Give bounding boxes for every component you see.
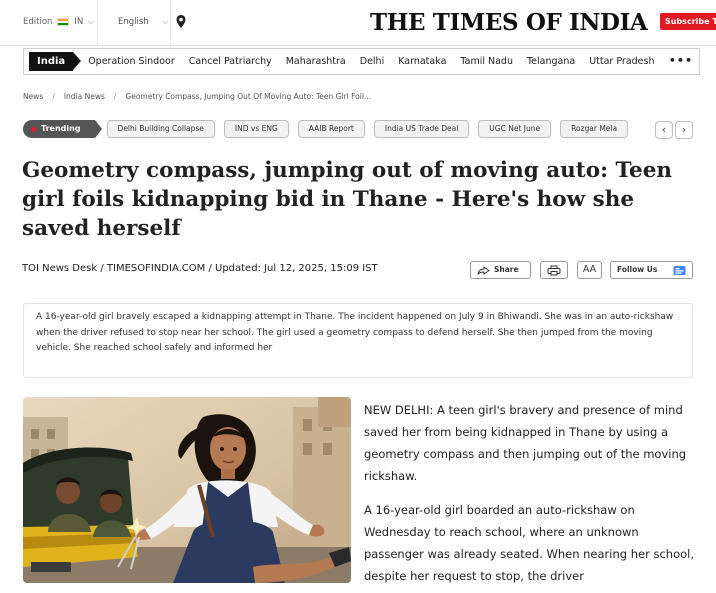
nav-item-operation-sindoor[interactable]: Operation Sindoor	[88, 56, 175, 67]
chevron-left-icon: ‹	[661, 123, 667, 136]
article-paragraph: NEW DELHI: A teen girl's bravery and pre…	[364, 403, 687, 483]
nav-item-cancel-patriarchy[interactable]: Cancel Patriarchy	[189, 56, 272, 67]
trending-label: Trending	[41, 124, 81, 133]
font-size-label: AA	[582, 264, 597, 275]
google-news-icon	[673, 265, 686, 275]
nav-item-karnataka[interactable]: Karnataka	[398, 56, 446, 67]
india-flag-icon	[57, 18, 70, 26]
nav-item-uttar-pradesh[interactable]: Uttar Pradesh	[589, 56, 654, 67]
share-icon	[477, 265, 490, 275]
article-summary: A 16-year-old girl bravely escaped a kid…	[23, 303, 693, 378]
language-label: English	[118, 17, 149, 27]
main-nav: India Operation Sindoor Cancel Patriarch…	[23, 48, 700, 75]
more-menu-icon[interactable]: •••	[669, 54, 693, 67]
language-selector[interactable]: English ⌵	[118, 17, 168, 27]
nav-items: Operation Sindoor Cancel Patriarchy Maha…	[88, 56, 668, 67]
article-byline: TOI News Desk / TIMESOFINDIA.COM / Updat…	[22, 263, 378, 274]
nav-item-tamil-nadu[interactable]: Tamil Nadu	[460, 56, 513, 67]
breadcrumb-separator: /	[52, 92, 55, 101]
print-icon	[547, 265, 561, 275]
article-paragraph: A 16-year-old girl boarded an auto-ricks…	[364, 503, 694, 583]
illustration-girl-escaping-auto-rickshaw	[23, 397, 351, 583]
divider	[170, 0, 171, 46]
font-size-button[interactable]: AA	[577, 261, 602, 279]
nav-home-india[interactable]: India	[29, 52, 82, 71]
summary-text: A 16-year-old girl bravely escaped a kid…	[36, 312, 674, 353]
top-bar: Edition IN ⌵ English ⌵ THE TIMES OF INDI…	[0, 0, 716, 46]
chevron-right-icon: ›	[681, 123, 687, 136]
chevron-down-icon: ⌵	[162, 17, 169, 26]
nav-item-maharashtra[interactable]: Maharashtra	[286, 56, 346, 67]
subscribe-button[interactable]: Subscribe To	[660, 13, 716, 30]
edition-label: Edition	[23, 17, 53, 27]
trending-chip[interactable]: IND vs ENG	[223, 120, 289, 138]
live-dot-icon	[31, 126, 36, 132]
breadcrumb: News / India News / Geometry Compass, Ju…	[23, 92, 371, 101]
scroll-right-button[interactable]: ›	[675, 121, 693, 139]
trending-chip[interactable]: Rozgar Mela	[560, 120, 629, 138]
breadcrumb-current: Geometry Compass, Jumping Out Of Moving …	[125, 92, 372, 101]
article-hero-image[interactable]	[23, 397, 351, 583]
breadcrumb-india-news[interactable]: India News	[64, 92, 105, 101]
breadcrumb-news[interactable]: News	[23, 92, 43, 101]
article-body: NEW DELHI: A teen girl's bravery and pre…	[364, 399, 696, 593]
edition-code: IN	[74, 17, 84, 27]
share-label: Share	[494, 265, 519, 274]
trending-chip[interactable]: Delhi Building Collapse	[106, 120, 215, 138]
follow-us-label: Follow Us	[617, 265, 658, 274]
nav-item-delhi[interactable]: Delhi	[360, 56, 384, 67]
chevron-down-icon: ⌵	[88, 17, 94, 26]
trending-chip[interactable]: AAIB Report	[297, 120, 365, 138]
scroll-left-button[interactable]: ‹	[655, 121, 673, 139]
trending-chip[interactable]: UGC Net June	[478, 120, 552, 138]
follow-us-button[interactable]: Follow Us	[610, 261, 693, 279]
share-button[interactable]: Share	[470, 261, 531, 279]
trending-badge: Trending	[23, 120, 102, 138]
divider	[97, 0, 98, 46]
trending-chip[interactable]: India US Trade Deal	[373, 120, 470, 138]
print-button[interactable]	[540, 261, 568, 279]
site-logo[interactable]: THE TIMES OF INDIA	[370, 9, 648, 36]
article-headline: Geometry compass, jumping out of moving …	[22, 158, 673, 241]
location-pin-icon[interactable]	[175, 14, 187, 30]
trending-bar: Trending Delhi Building Collapse IND vs …	[23, 120, 629, 138]
edition-selector[interactable]: Edition IN ⌵	[23, 17, 94, 27]
nav-item-telangana[interactable]: Telangana	[527, 56, 575, 67]
breadcrumb-separator: /	[113, 92, 117, 101]
